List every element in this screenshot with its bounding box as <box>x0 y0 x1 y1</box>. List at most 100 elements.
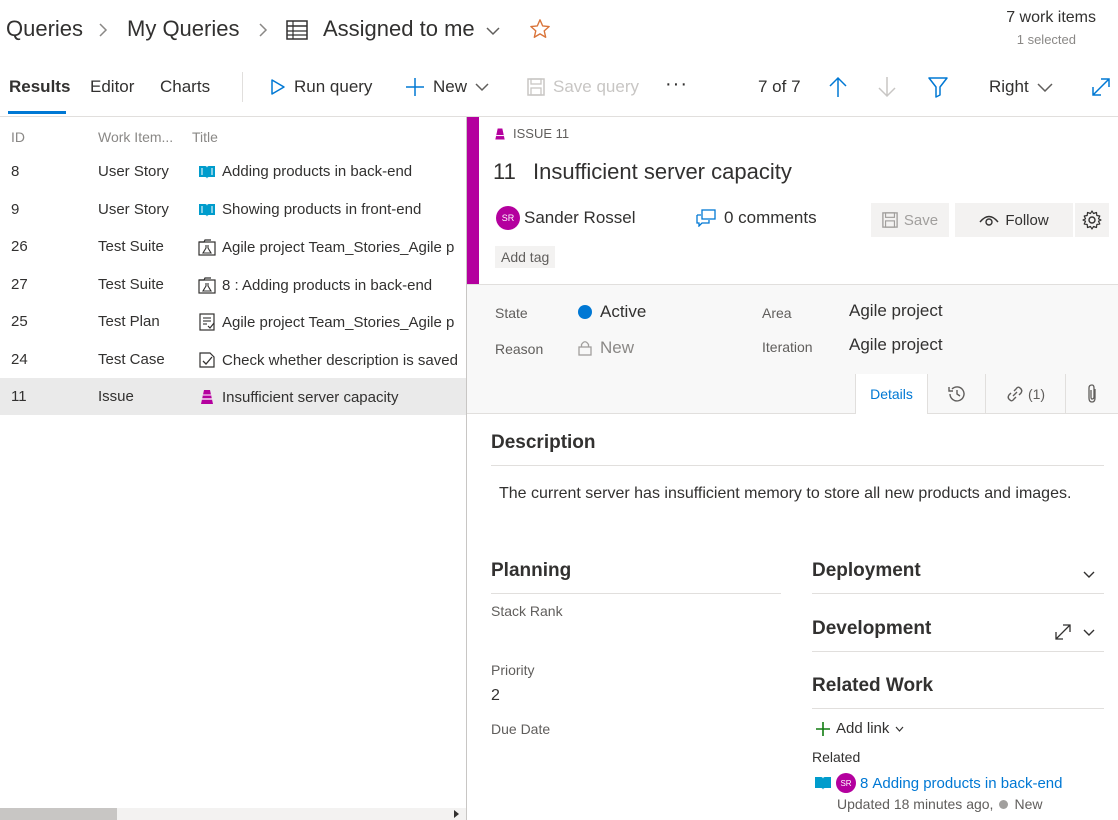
work-item-title[interactable]: Insufficient server capacity <box>533 159 792 185</box>
follow-button[interactable]: Follow <box>955 203 1073 237</box>
state-label: State <box>495 305 528 321</box>
breadcrumb-queries[interactable]: Queries <box>6 16 83 42</box>
related-link-state: New <box>1014 796 1043 812</box>
table-row-selected[interactable]: 11 Issue Insufficient server capacity <box>0 378 466 415</box>
row-type: User Story <box>98 163 169 180</box>
state-value: Active <box>600 302 647 321</box>
tab-links[interactable]: (1) <box>985 374 1065 414</box>
horizontal-scrollbar[interactable] <box>0 808 466 820</box>
work-item-id: 11 <box>493 159 516 184</box>
chevron-down-icon[interactable] <box>1083 629 1095 637</box>
row-title: Agile project Team_Stories_Agile p <box>222 238 455 256</box>
due-date-label: Due Date <box>491 721 551 737</box>
plus-icon <box>405 77 425 97</box>
assignee-field[interactable]: SR Sander Rossel <box>496 206 636 230</box>
priority-value[interactable]: 2 <box>491 687 500 705</box>
tab-details[interactable]: Details <box>855 374 927 414</box>
save-icon <box>882 212 898 228</box>
run-query-button[interactable]: Run query <box>270 77 372 97</box>
avatar: SR <box>496 206 520 230</box>
related-link-item[interactable]: SR 8 Adding products in back-end <box>814 773 1062 793</box>
related-link-title[interactable]: Adding products in back-end <box>872 775 1062 792</box>
row-type: Test Case <box>98 351 165 368</box>
chevron-down-icon[interactable] <box>1083 571 1095 579</box>
row-title-cell: Insufficient server capacity <box>198 388 466 406</box>
settings-button[interactable] <box>1075 203 1109 237</box>
row-title-cell: Check whether description is saved <box>198 351 466 369</box>
comments-link[interactable]: 0 comments <box>696 208 817 228</box>
table-row[interactable]: 25 Test Plan Agile project Team_Stories_… <box>0 303 466 340</box>
row-id: 24 <box>11 351 28 368</box>
row-title: Adding products in back-end <box>222 163 413 180</box>
work-item-type-header: ISSUE 11 <box>493 126 569 141</box>
book-icon <box>814 775 832 791</box>
column-header-title[interactable]: Title <box>192 129 218 145</box>
work-item-type-label: ISSUE 11 <box>513 126 570 141</box>
area-value[interactable]: Agile project <box>849 301 943 321</box>
links-count: (1) <box>1027 386 1046 402</box>
reason-label: Reason <box>495 341 544 357</box>
add-link-button[interactable]: Add link <box>816 720 904 737</box>
scroll-right-arrow-icon[interactable] <box>451 809 461 819</box>
row-title-cell: Agile project Team_Stories_Agile p <box>198 313 466 331</box>
new-button[interactable]: New <box>405 77 489 97</box>
table-row[interactable]: 26 Test Suite Agile project Team_Stories… <box>0 228 466 265</box>
iteration-value[interactable]: Agile project <box>849 335 943 355</box>
follow-label: Follow <box>1005 211 1049 229</box>
row-id: 9 <box>11 201 20 218</box>
add-tag-button[interactable]: Add tag <box>495 246 556 268</box>
tab-results[interactable]: Results <box>9 77 70 97</box>
arrow-down-icon[interactable] <box>877 76 897 98</box>
column-header-work-item-type[interactable]: Work Item... <box>98 129 173 145</box>
section-divider <box>812 708 1104 709</box>
avatar: SR <box>836 773 856 793</box>
row-title: Showing products in front-end <box>222 201 422 218</box>
chevron-right-icon <box>258 22 268 38</box>
chevron-down-icon[interactable] <box>486 26 500 36</box>
tab-history[interactable] <box>927 374 985 414</box>
development-title[interactable]: Development <box>812 618 931 640</box>
save-query-button[interactable]: Save query <box>527 77 639 97</box>
link-icon <box>1006 385 1024 403</box>
deployment-title[interactable]: Deployment <box>812 560 921 582</box>
work-item-type-color-bar <box>467 117 479 284</box>
row-title-cell: Agile project Team_Stories_Agile p <box>198 238 466 256</box>
breadcrumb-assigned-to-me[interactable]: Assigned to me <box>323 16 475 42</box>
favorite-star-icon[interactable] <box>529 18 551 40</box>
issue-icon <box>493 127 507 141</box>
issue-icon <box>198 388 216 406</box>
tab-editor[interactable]: Editor <box>90 77 134 97</box>
row-id: 26 <box>11 238 28 255</box>
row-id: 27 <box>11 276 28 293</box>
reason-field[interactable]: New <box>578 338 634 358</box>
table-row[interactable]: 27 Test Suite 8 : Adding products in bac… <box>0 266 466 303</box>
pane-position-dropdown[interactable]: Right <box>989 77 1053 97</box>
column-header-id[interactable]: ID <box>11 129 25 145</box>
description-text[interactable]: The current server has insufficient memo… <box>499 482 1089 505</box>
query-table-icon <box>286 20 308 40</box>
arrow-up-icon[interactable] <box>828 76 848 98</box>
table-row[interactable]: 24 Test Case Check whether description i… <box>0 341 466 378</box>
save-label: Save <box>903 211 939 229</box>
history-icon <box>947 384 967 404</box>
breadcrumb-my-queries[interactable]: My Queries <box>127 16 239 42</box>
test-plan-icon <box>198 313 216 331</box>
state-field[interactable]: Active <box>578 302 646 322</box>
section-divider <box>812 593 1104 594</box>
expand-icon[interactable] <box>1054 623 1072 641</box>
toolbar-divider <box>242 72 243 102</box>
tab-attachments[interactable] <box>1065 374 1118 414</box>
stack-rank-label: Stack Rank <box>491 603 563 619</box>
filter-icon[interactable] <box>927 76 949 98</box>
scrollbar-thumb[interactable] <box>0 808 117 820</box>
table-row[interactable]: 9 User Story Showing products in front-e… <box>0 191 466 228</box>
save-button[interactable]: Save <box>871 203 949 237</box>
table-row[interactable]: 8 User Story Adding products in back-end <box>0 153 466 190</box>
selected-count: 1 selected <box>1016 32 1076 47</box>
more-actions-button[interactable]: ··· <box>665 73 688 96</box>
fullscreen-icon[interactable] <box>1090 76 1112 98</box>
chevron-down-icon <box>1037 82 1053 92</box>
tab-charts[interactable]: Charts <box>160 77 210 97</box>
row-title: Insufficient server capacity <box>222 388 399 406</box>
related-link-meta: Updated 18 minutes ago, New <box>837 796 1042 812</box>
